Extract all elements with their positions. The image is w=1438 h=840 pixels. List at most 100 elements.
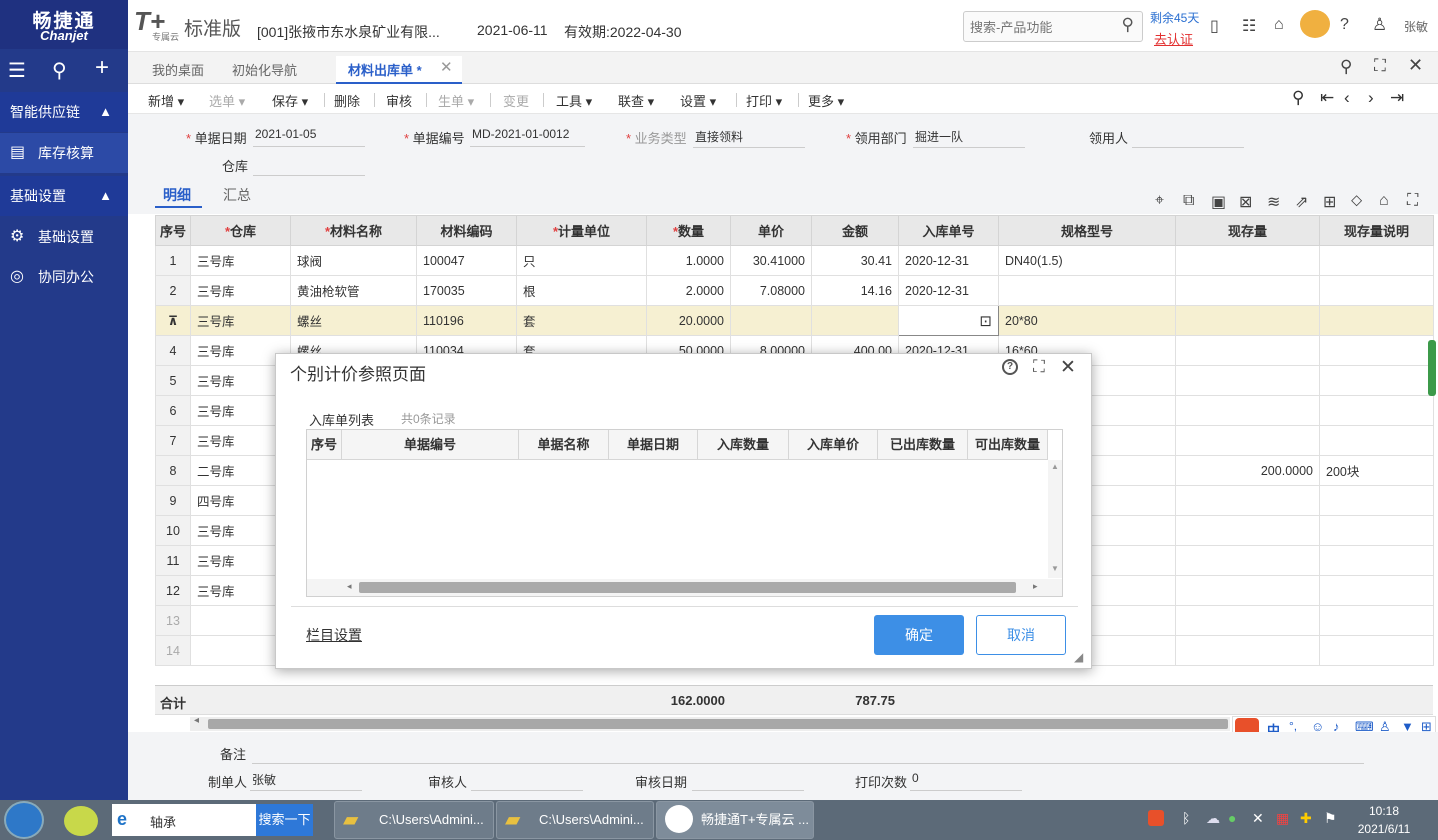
col-header[interactable]: 现存量 — [1175, 215, 1320, 246]
table-cell[interactable] — [1175, 635, 1320, 666]
table-cell[interactable] — [1175, 485, 1320, 516]
location-icon[interactable]: ⌖ — [1155, 192, 1164, 210]
table-cell[interactable]: 根 — [516, 275, 647, 306]
table-cell[interactable]: 螺丝 — [290, 305, 417, 336]
table-cell[interactable] — [1319, 425, 1434, 456]
maximize-icon[interactable]: ⛶ — [1033, 357, 1045, 377]
next-icon[interactable]: › — [1368, 88, 1374, 108]
table-cell[interactable]: 4 — [155, 335, 191, 366]
table-cell[interactable] — [1175, 275, 1320, 306]
table-cell[interactable] — [1319, 485, 1434, 516]
scroll-down-icon[interactable]: ▼ — [1051, 564, 1059, 573]
table-cell[interactable]: 8 — [155, 455, 191, 486]
table-cell[interactable] — [1319, 335, 1434, 366]
horizontal-scrollbar[interactable]: ◂ — [190, 715, 1230, 731]
task-list-icon[interactable]: ☷ — [1242, 16, 1256, 36]
table-cell[interactable] — [1319, 275, 1434, 306]
table-cell[interactable]: ⊼ — [155, 305, 191, 336]
table-cell[interactable] — [1319, 515, 1434, 546]
select-button[interactable]: 选单 ▾ — [209, 91, 245, 110]
table-cell[interactable]: 100047 — [416, 245, 517, 276]
paste-icon[interactable]: ▣ — [1211, 192, 1226, 212]
table-cell[interactable]: 只 — [516, 245, 647, 276]
table-cell[interactable]: 2020-12-31 — [898, 245, 999, 276]
col-header[interactable]: 序号 — [155, 215, 191, 246]
table-cell[interactable]: 20*80 — [998, 305, 1176, 336]
table-cell[interactable] — [730, 305, 812, 336]
search-icon[interactable]: ⚲ — [52, 58, 67, 83]
date-field[interactable]: 2021-01-05 — [253, 127, 365, 147]
table-cell[interactable] — [1175, 425, 1320, 456]
scroll-right-icon[interactable]: ▸ — [1033, 581, 1038, 592]
code-field[interactable]: MD-2021-01-0012 — [470, 127, 585, 147]
volume-muted-icon[interactable]: ✕ — [1252, 810, 1264, 827]
table-cell[interactable]: 170035 — [416, 275, 517, 306]
table-cell[interactable] — [1319, 635, 1434, 666]
table-cell[interactable]: 1.0000 — [646, 245, 731, 276]
add-icon[interactable]: + — [95, 54, 109, 82]
user-name[interactable]: 张敏 — [1404, 18, 1428, 35]
table-cell[interactable] — [1319, 545, 1434, 576]
sidebar-group-basic-settings[interactable]: 基础设置 ▲ — [0, 176, 128, 216]
table-cell[interactable]: 200.0000 — [1175, 455, 1320, 486]
vertical-scroll-thumb[interactable] — [1428, 340, 1436, 396]
delete-button[interactable]: 删除 — [334, 91, 360, 110]
col-header[interactable]: 入库单价 — [789, 430, 878, 460]
audit-button[interactable]: 审核 — [386, 91, 412, 110]
col-header[interactable]: 材料编码 — [416, 215, 517, 246]
table-cell[interactable] — [1175, 305, 1320, 336]
table-cell[interactable]: 2.0000 — [646, 275, 731, 306]
start-button[interactable] — [4, 801, 44, 839]
table-cell[interactable]: 9 — [155, 485, 191, 516]
col-header[interactable]: 入库数量 — [698, 430, 789, 460]
company-name[interactable]: [001]张掖市东水泉矿业有限... — [257, 22, 440, 42]
table-cell[interactable] — [1319, 305, 1434, 336]
last-icon[interactable]: ⇥ — [1390, 88, 1404, 108]
tools-button[interactable]: 工具 ▾ — [556, 91, 592, 110]
table-cell[interactable]: 黄油枪软管 — [290, 275, 417, 306]
col-header[interactable]: *仓库 — [190, 215, 291, 246]
table-cell[interactable] — [1175, 545, 1320, 576]
ok-button[interactable]: 确定 — [874, 615, 964, 655]
resize-handle-icon[interactable]: ◢ — [1074, 650, 1083, 664]
more-button[interactable]: 更多 ▾ — [808, 91, 844, 110]
close-icon[interactable]: ✕ — [1408, 55, 1423, 76]
table-cell[interactable]: 12 — [155, 575, 191, 606]
table-cell[interactable] — [811, 305, 899, 336]
col-header[interactable]: 现存量说明 — [1319, 215, 1434, 246]
table-cell[interactable] — [1175, 575, 1320, 606]
table-cell[interactable]: 5 — [155, 365, 191, 396]
tab-my-desktop[interactable]: 我的桌面 — [152, 60, 204, 79]
col-header[interactable]: *数量 — [646, 215, 731, 246]
save-button[interactable]: 保存 ▾ — [272, 91, 308, 110]
table-cell[interactable] — [1319, 365, 1434, 396]
table-cell[interactable] — [998, 275, 1176, 306]
cloud-icon[interactable]: ☁ — [1206, 810, 1220, 827]
delete-row-icon[interactable]: ⊠ — [1239, 192, 1252, 212]
print-button[interactable]: 打印 ▾ — [746, 91, 782, 110]
table-cell[interactable]: DN40(1.5) — [998, 245, 1176, 276]
search-icon[interactable]: ⚲ — [1340, 57, 1352, 77]
tab-init-nav[interactable]: 初始化导航 — [232, 60, 297, 79]
mascot-icon[interactable] — [1300, 10, 1330, 38]
tab-material-outbound[interactable]: 材料出库单 * ✕ — [336, 56, 462, 84]
tab-summary[interactable]: 汇总 — [223, 185, 251, 205]
new-button[interactable]: 新增 ▾ — [148, 91, 184, 110]
app-icon[interactable] — [64, 806, 98, 836]
table-cell[interactable] — [1175, 605, 1320, 636]
table-cell[interactable]: 30.41 — [811, 245, 899, 276]
prev-icon[interactable]: ‹ — [1344, 88, 1350, 108]
scroll-left-icon[interactable]: ◂ — [194, 715, 199, 726]
sidebar-item-inventory-accounting[interactable]: ▤ 库存核算 — [0, 133, 128, 173]
wechat-icon[interactable]: ● — [1228, 810, 1236, 826]
table-cell[interactable]: 14 — [155, 635, 191, 666]
col-header[interactable]: 单据日期 — [609, 430, 698, 460]
add-row-icon[interactable]: ⧉ — [1183, 192, 1194, 210]
tab-detail[interactable]: 明细 — [163, 185, 191, 205]
table-cell[interactable] — [1175, 335, 1320, 366]
user-icon[interactable]: ♙ — [1372, 15, 1387, 35]
taskbar-item-explorer-2[interactable]: ▰ C:\Users\Admini... — [496, 801, 654, 839]
close-icon[interactable]: ✕ — [1060, 356, 1076, 379]
table-cell[interactable] — [1175, 245, 1320, 276]
row-operation-icon[interactable]: ⊼ — [168, 314, 178, 328]
